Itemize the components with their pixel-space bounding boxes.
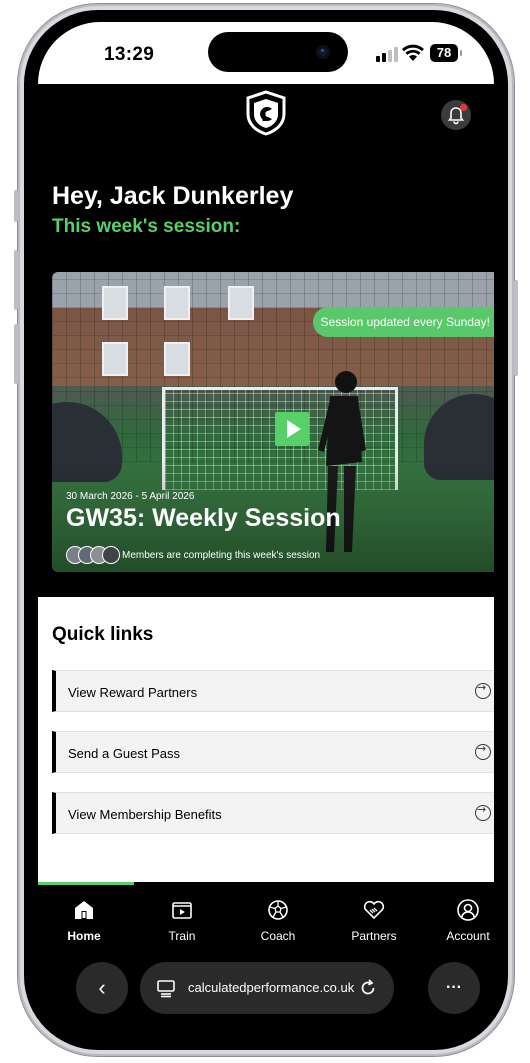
signal-icon <box>376 46 398 62</box>
url-text: calculatedperformance.co.uk <box>188 980 355 995</box>
building-window <box>102 286 128 320</box>
tab-label: Account <box>446 929 490 943</box>
quick-link-guest-pass[interactable]: Send a Guest Pass <box>52 731 494 773</box>
tab-account[interactable]: Account <box>428 898 494 943</box>
bottom-tab-bar: Home Train Coach Partners Account <box>38 882 494 952</box>
greeting-subtitle: This week's session: <box>52 216 241 237</box>
tabs-icon <box>157 980 175 998</box>
avatar <box>102 546 120 564</box>
dynamic-island <box>208 32 348 72</box>
arrow-right-circle-icon <box>475 742 491 760</box>
building-window <box>164 286 190 320</box>
phone-side-button <box>14 190 18 222</box>
reload-icon[interactable] <box>358 978 378 998</box>
member-avatars <box>66 546 120 564</box>
quick-link-reward-partners[interactable]: View Reward Partners <box>52 670 494 712</box>
more-button[interactable]: ··· <box>428 962 480 1014</box>
session-video-card[interactable]: Session updated every Sunday! 30 March 2… <box>52 272 494 572</box>
members-text: Members are completing this week's sessi… <box>122 549 321 561</box>
building-window <box>164 342 190 376</box>
tab-coach[interactable]: Coach <box>238 898 318 943</box>
quick-link-label: View Reward Partners <box>68 685 198 700</box>
play-button[interactable] <box>275 412 309 446</box>
phone-side-button <box>14 250 18 310</box>
status-time: 13:29 <box>104 44 155 65</box>
browser-toolbar: ‹ calculatedperformance.co.uk ··· <box>38 952 494 1038</box>
tab-label: Home <box>67 929 101 943</box>
address-bar[interactable]: calculatedperformance.co.uk <box>140 962 394 1014</box>
home-icon <box>75 901 93 919</box>
app-header <box>38 84 494 174</box>
session-dates: 30 March 2026 - 5 April 2026 <box>66 491 195 502</box>
play-screen-icon <box>172 902 192 919</box>
quick-link-label: Send a Guest Pass <box>68 746 181 761</box>
greeting-title: Hey, Jack Dunkerley <box>52 182 294 210</box>
members-row: Members are completing this week's sessi… <box>66 546 320 564</box>
screen: 13:29 78 Hey, Jack Dunkerley This week's… <box>38 22 494 1038</box>
camera-icon <box>316 45 330 59</box>
phone-side-button <box>514 280 518 376</box>
tab-label: Coach <box>260 929 296 943</box>
tab-train[interactable]: Train <box>142 898 222 943</box>
quick-link-membership-benefits[interactable]: View Membership Benefits <box>52 792 494 834</box>
person-icon <box>457 899 479 921</box>
building-window <box>102 342 128 376</box>
session-updated-badge: Session updated every Sunday! <box>312 307 494 337</box>
notification-button[interactable] <box>441 100 471 130</box>
arrow-right-circle-icon <box>475 681 491 699</box>
tab-partners[interactable]: Partners <box>334 898 414 943</box>
tab-label: Partners <box>351 929 397 943</box>
handshake-heart-icon <box>363 900 385 920</box>
status-bar: 13:29 78 <box>38 22 494 84</box>
back-button[interactable]: ‹ <box>76 962 128 1014</box>
active-tab-indicator <box>38 882 134 885</box>
tab-label: Train <box>168 929 196 943</box>
session-title: GW35: Weekly Session <box>66 504 341 532</box>
building-window <box>228 286 254 320</box>
wifi-icon <box>402 44 424 61</box>
quick-link-label: View Membership Benefits <box>68 807 222 822</box>
battery-indicator: 78 <box>430 44 462 62</box>
notification-dot <box>460 104 467 111</box>
quick-links-title: Quick links <box>52 624 154 645</box>
arrow-right-circle-icon <box>475 803 491 821</box>
bell-icon <box>447 107 465 125</box>
logo-shield-icon[interactable] <box>244 90 288 136</box>
phone-side-button <box>14 324 18 384</box>
tab-home[interactable]: Home <box>44 898 124 943</box>
football-icon <box>268 900 288 920</box>
